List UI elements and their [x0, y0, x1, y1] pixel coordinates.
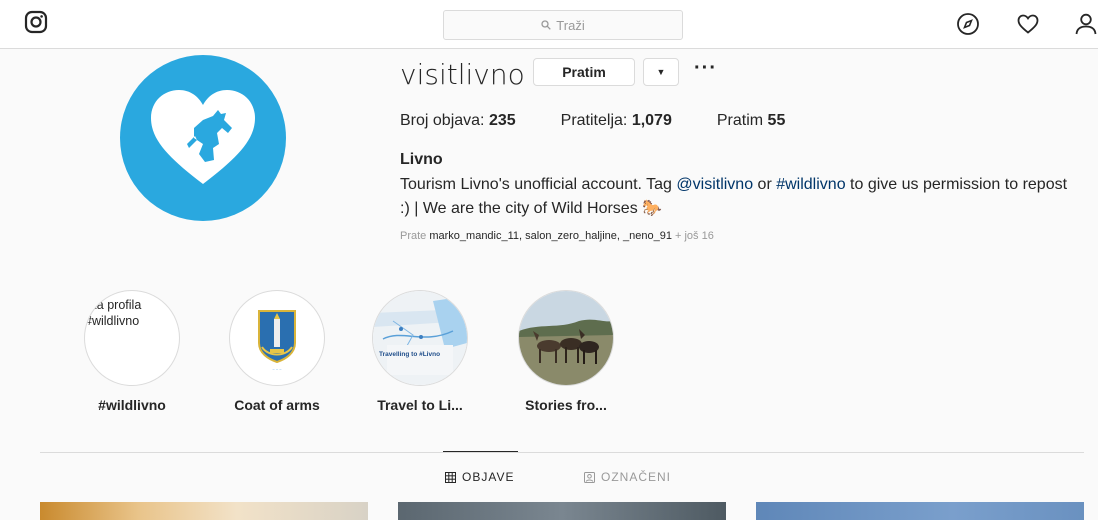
- tab-label: OZNAČENI: [601, 470, 672, 484]
- posts-value: 235: [488, 112, 516, 129]
- tabs-divider: [40, 452, 1084, 453]
- highlight-coat-of-arms[interactable]: ~ ~ ~ Coat of arms: [227, 290, 327, 413]
- post-thumbnail[interactable]: [40, 502, 368, 520]
- post-thumbnail[interactable]: [756, 502, 1084, 520]
- highlight-label: Coat of arms: [234, 397, 320, 413]
- profile-avatar[interactable]: [120, 55, 286, 221]
- search-placeholder: Traži: [556, 17, 585, 33]
- profile-full-name: Livno: [400, 151, 443, 168]
- bio-text: or: [753, 176, 777, 193]
- travel-cover-text: Travelling to #Livno: [379, 351, 441, 358]
- highlight-stories[interactable]: Stories fro...: [516, 290, 616, 413]
- following-value: 55: [767, 112, 786, 129]
- highlight-label: Stories fro...: [525, 397, 607, 413]
- followed-by-prefix: Prate: [400, 230, 427, 242]
- highlight-travel[interactable]: Travelling to #Livno Travel to Li...: [370, 290, 470, 413]
- broken-image-alt-text: lika profila #wildlivno: [85, 298, 142, 328]
- suggestions-dropdown-button[interactable]: ▼: [643, 58, 679, 86]
- active-tab-indicator: [443, 451, 518, 452]
- followers-count[interactable]: Pratitelja: 1,079: [561, 112, 672, 130]
- instagram-logo-icon[interactable]: [24, 10, 48, 34]
- followed-by-more: + još 16: [675, 230, 714, 242]
- travel-map-image: [373, 291, 467, 385]
- profile-bio: Tourism Livno's unofficial account. Tag …: [400, 173, 1080, 221]
- highlight-wildlivno[interactable]: lika profila #wildlivno #wildlivno: [82, 290, 182, 413]
- caret-down-icon: ▼: [656, 67, 666, 77]
- wild-horses-photo: [519, 291, 613, 385]
- profile-stats: Broj objava: 235 Pratitelja: 1,079 Prati…: [400, 112, 785, 130]
- top-navigation-bar: Traži: [0, 0, 1098, 49]
- bio-mention-link[interactable]: @visitlivno: [676, 176, 753, 193]
- horse-emoji-icon: 🐎: [642, 200, 663, 217]
- post-thumbnail[interactable]: [398, 502, 726, 520]
- highlight-label: #wildlivno: [98, 397, 166, 413]
- explore-compass-icon[interactable]: [956, 12, 980, 36]
- followers-value: 1,079: [631, 112, 672, 129]
- followed-by-names: marko_mandic_11, salon_zero_haljine, _ne…: [429, 230, 672, 242]
- posts-count: Broj objava: 235: [400, 112, 516, 130]
- grid-icon: [445, 471, 456, 483]
- followed-by-line[interactable]: Prate marko_mandic_11, salon_zero_haljin…: [400, 230, 714, 242]
- following-label: Pratim: [716, 112, 764, 129]
- following-count[interactable]: Pratim 55: [717, 112, 785, 130]
- tagged-user-icon: [584, 471, 595, 483]
- highlight-cover: Travelling to #Livno: [372, 290, 468, 386]
- highlight-cover: lika profila #wildlivno: [84, 290, 180, 386]
- svg-text:~ ~ ~: ~ ~ ~: [272, 367, 282, 372]
- posts-label: Broj objava:: [400, 112, 485, 129]
- search-icon: [541, 20, 552, 30]
- coat-of-arms-icon: ~ ~ ~: [258, 310, 296, 372]
- profile-username: visitlivno: [400, 58, 525, 91]
- activity-heart-icon[interactable]: [1016, 12, 1040, 36]
- tab-label: OBJAVE: [462, 470, 515, 484]
- profile-user-icon[interactable]: [1074, 12, 1098, 36]
- bio-hashtag-link[interactable]: #wildlivno: [776, 176, 845, 193]
- tab-posts[interactable]: OBJAVE: [445, 470, 514, 484]
- highlight-cover: ~ ~ ~: [229, 290, 325, 386]
- more-options-button[interactable]: ···: [694, 58, 717, 78]
- following-button[interactable]: Pratim: [533, 58, 635, 86]
- followers-label: Pratitelja:: [560, 112, 628, 129]
- search-input[interactable]: Traži: [443, 10, 683, 40]
- bio-text: Tourism Livno's unofficial account. Tag: [400, 176, 677, 193]
- heart-horse-logo-icon: [151, 90, 255, 184]
- highlight-label: Travel to Li...: [377, 397, 463, 413]
- highlight-cover: [518, 290, 614, 386]
- tab-tagged[interactable]: OZNAČENI: [584, 470, 671, 484]
